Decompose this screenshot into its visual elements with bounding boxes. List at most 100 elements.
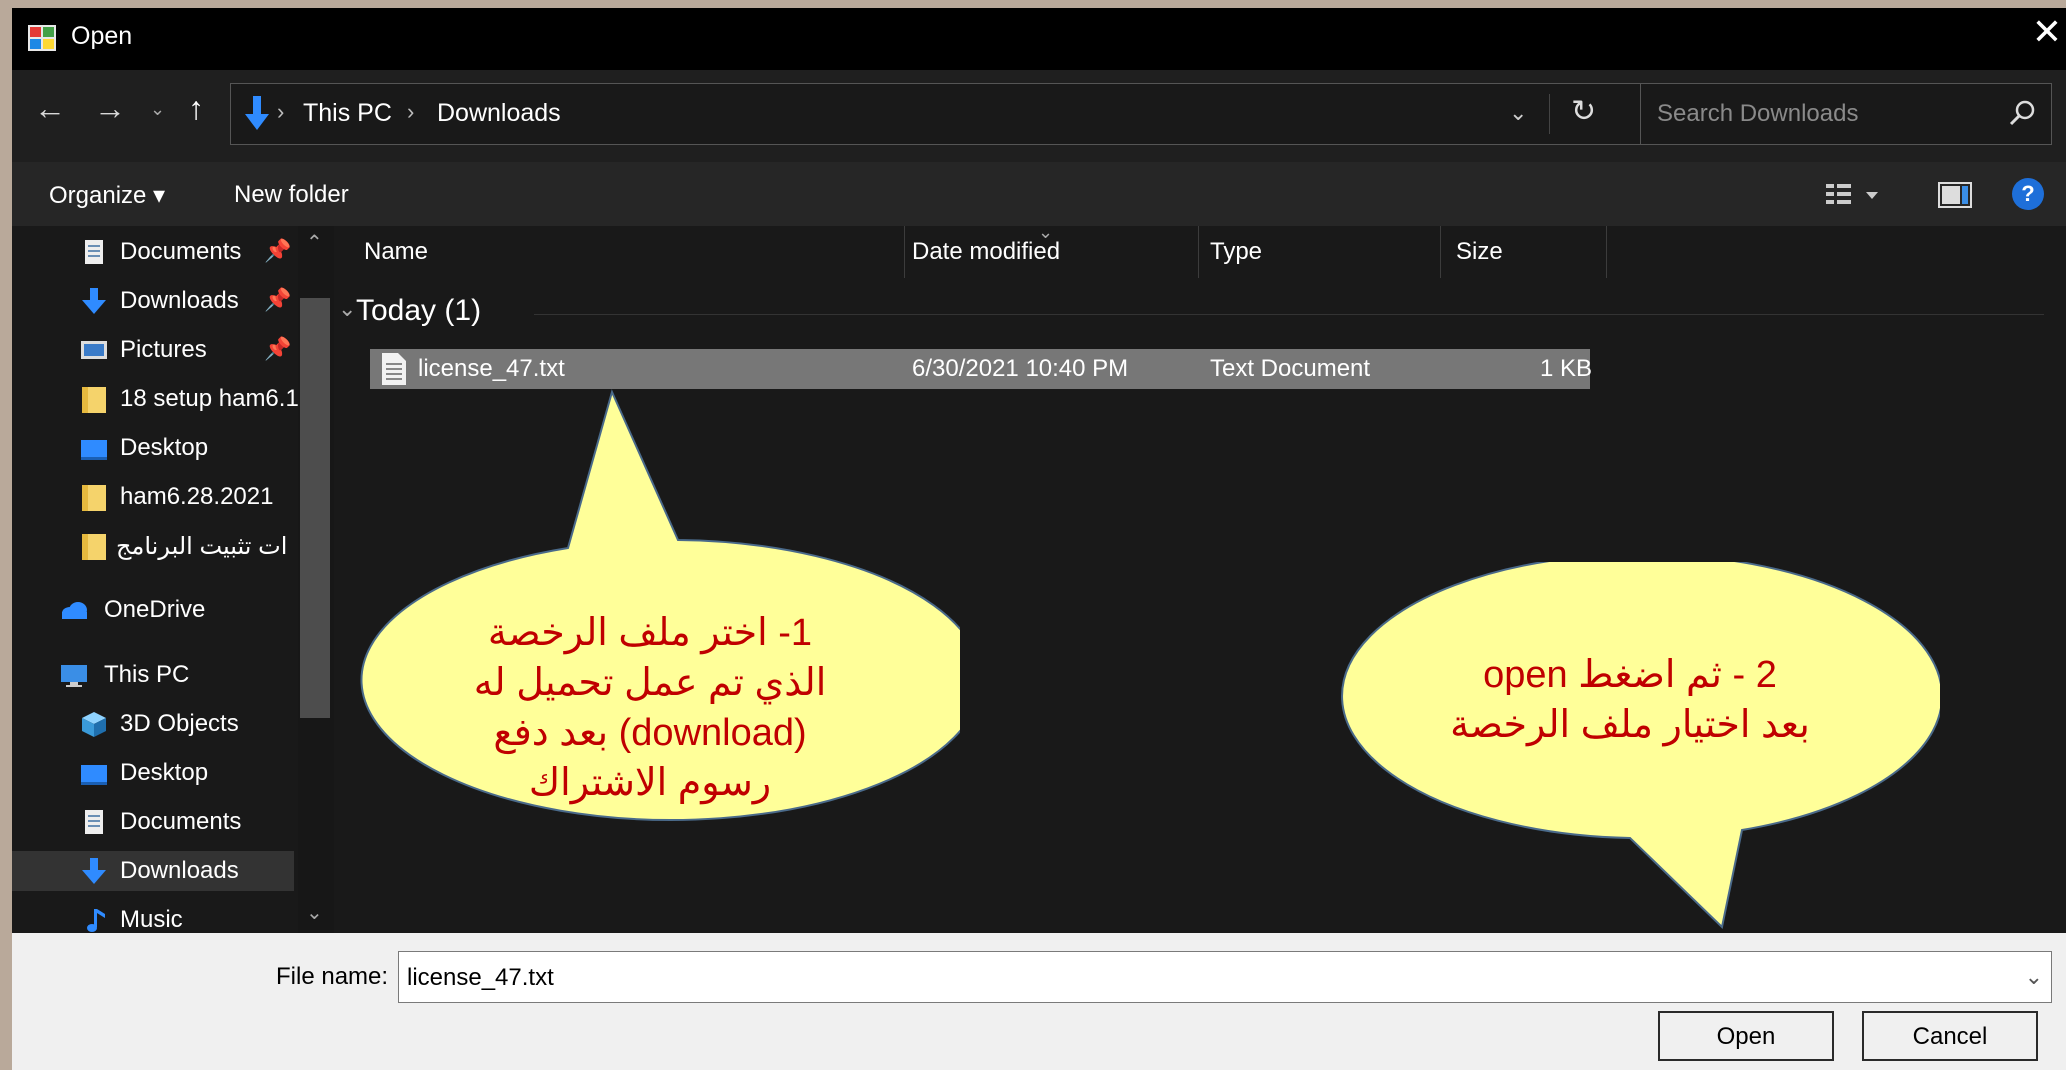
sidebar-item-desktop-pinned[interactable]: Desktop — [12, 428, 332, 468]
folder-icon — [82, 485, 106, 511]
sidebar-item-documents-pc[interactable]: Documents — [12, 802, 332, 842]
breadcrumb-downloads[interactable]: Downloads — [437, 99, 561, 128]
chevron-down-icon[interactable]: ⌄ — [1509, 100, 1527, 126]
column-header-size[interactable]: Size — [1456, 238, 1503, 266]
sidebar-item-downloads[interactable]: Downloads — [12, 851, 294, 891]
nav-scrollbar-thumb[interactable] — [300, 298, 330, 718]
breadcrumb-separator-icon: › — [277, 99, 285, 124]
address-row: ← → ⌄ ↑ › This PC › Downloads ⌄ ↻ Search… — [12, 70, 2066, 162]
callout-text-2: 2 - ثم اضغط open بعد اختيار ملف الرخصة — [1390, 650, 1870, 750]
file-date: 6/30/2021 10:40 PM — [912, 355, 1129, 382]
search-placeholder: Search Downloads — [1657, 100, 1859, 127]
sidebar-item-3d-objects[interactable]: 3D Objects — [12, 704, 332, 744]
desktop-icon — [81, 765, 107, 785]
pin-icon: 📌 — [264, 336, 292, 361]
sidebar-item-label: Downloads — [120, 857, 239, 884]
sidebar-item-ham-folder[interactable]: ham6.28.2021 — [12, 477, 332, 517]
address-bar[interactable]: › This PC › Downloads ⌄ ↻ — [230, 83, 1646, 145]
sidebar-item-label: Downloads — [120, 287, 239, 314]
column-header-type[interactable]: Type — [1210, 238, 1262, 266]
sidebar-item-label: Documents — [120, 808, 242, 835]
callout-line: 1- اختر ملف الرخصة — [487, 612, 813, 654]
sidebar-item-this-pc[interactable]: This PC — [12, 655, 332, 695]
open-button[interactable]: Open — [1658, 1011, 1834, 1061]
sidebar-item-label: 18 setup ham6.1 — [120, 385, 299, 412]
sidebar-item-label: Pictures — [120, 336, 207, 363]
chevron-down-icon[interactable]: ⌄ — [306, 900, 323, 925]
file-size: 1 KB — [1540, 355, 1593, 382]
window-title: Open — [71, 22, 133, 50]
column-divider[interactable] — [1198, 226, 1199, 278]
sidebar-item-label: Documents — [120, 238, 242, 265]
up-arrow-icon[interactable]: ↑ — [188, 92, 204, 124]
sidebar-item-label: OneDrive — [104, 596, 206, 623]
callout-line: رسوم الاشتراك — [528, 762, 772, 805]
sidebar-item-arabic-folder[interactable]: ات تثبيت البرنامج — [12, 526, 332, 566]
search-input[interactable]: Search Downloads — [1640, 83, 2052, 145]
chevron-down-icon[interactable]: ⌄ — [338, 296, 356, 322]
pictures-icon — [81, 341, 107, 359]
app-window-icon — [28, 25, 56, 51]
desktop-icon — [81, 440, 107, 460]
recent-locations-chevron-icon[interactable]: ⌄ — [150, 100, 165, 118]
callout-line: الذي تم عمل تحميل له — [473, 662, 827, 705]
close-icon[interactable]: ✕ — [2032, 14, 2062, 50]
preview-pane-icon[interactable] — [1938, 182, 1972, 208]
folder-icon — [82, 387, 106, 413]
sidebar-item-label: Desktop — [120, 759, 209, 786]
cancel-button[interactable]: Cancel — [1862, 1011, 2038, 1061]
group-header-today[interactable]: Today (1) — [356, 294, 481, 328]
refresh-icon[interactable]: ↻ — [1571, 94, 1596, 129]
search-icon[interactable] — [2007, 98, 2037, 128]
document-icon — [85, 240, 103, 264]
breadcrumb-this-pc[interactable]: This PC — [303, 99, 392, 128]
callout-line: 2 - ثم اضغط open — [1483, 654, 1777, 696]
sidebar-item-18-setup[interactable]: 18 setup ham6.1 — [12, 379, 332, 419]
sidebar-item-pictures[interactable]: Pictures 📌 — [12, 330, 332, 370]
view-options-icon[interactable] — [1826, 182, 1882, 208]
sidebar-item-documents[interactable]: Documents 📌 — [12, 232, 332, 272]
column-divider[interactable] — [1606, 226, 1607, 278]
back-arrow-icon[interactable]: ← — [34, 92, 66, 124]
text-file-icon — [382, 353, 406, 385]
sidebar-item-label: ات تثبيت البرنامج — [116, 533, 288, 560]
document-icon — [85, 810, 103, 834]
column-divider[interactable] — [1440, 226, 1441, 278]
sidebar-item-label: Music — [120, 906, 183, 933]
file-name-label: File name: — [276, 963, 389, 990]
file-name-input[interactable]: license_47.txt ⌄ — [398, 951, 2052, 1003]
chevron-down-icon[interactable]: ⌄ — [2025, 964, 2043, 990]
callout-line: (download) بعد دفع — [493, 712, 807, 755]
sidebar-item-onedrive[interactable]: OneDrive — [12, 590, 332, 630]
command-toolbar: Organize ▾ New folder ? — [12, 162, 2066, 226]
callout-line: بعد اختيار ملف الرخصة — [1450, 704, 1810, 747]
organize-button[interactable]: Organize ▾ — [49, 181, 165, 210]
download-arrow-icon — [82, 288, 106, 314]
sidebar-item-label: ham6.28.2021 — [120, 483, 274, 510]
folder-icon — [82, 534, 106, 560]
new-folder-button[interactable]: New folder — [234, 181, 349, 209]
divider — [534, 314, 2044, 315]
file-name-value: license_47.txt — [407, 964, 554, 991]
computer-icon — [61, 665, 87, 687]
sidebar-item-desktop[interactable]: Desktop — [12, 753, 332, 793]
help-icon[interactable]: ? — [2012, 178, 2044, 210]
table-row[interactable]: license_47.txt 6/30/2021 10:40 PM Text D… — [370, 349, 1593, 389]
bottom-pane: File name: license_47.txt ⌄ Open Cancel — [12, 933, 2066, 1070]
sidebar-item-label: 3D Objects — [120, 710, 239, 737]
chevron-up-icon[interactable]: ⌃ — [306, 230, 323, 255]
column-divider[interactable] — [904, 226, 905, 278]
pin-icon: 📌 — [264, 287, 292, 312]
breadcrumb-separator-icon: › — [407, 99, 415, 124]
forward-arrow-icon[interactable]: → — [94, 92, 126, 124]
column-header-name[interactable]: Name — [364, 238, 428, 266]
sidebar-item-label: This PC — [104, 661, 190, 688]
file-type: Text Document — [1210, 355, 1371, 382]
column-header-date-modified[interactable]: Date modified — [912, 238, 1060, 266]
sidebar-item-label: Desktop — [120, 434, 209, 461]
cloud-icon — [62, 602, 87, 619]
sidebar-item-downloads-pinned[interactable]: Downloads 📌 — [12, 281, 332, 321]
download-arrow-icon — [82, 858, 106, 884]
pin-icon: 📌 — [264, 238, 292, 263]
music-note-icon — [87, 909, 105, 932]
